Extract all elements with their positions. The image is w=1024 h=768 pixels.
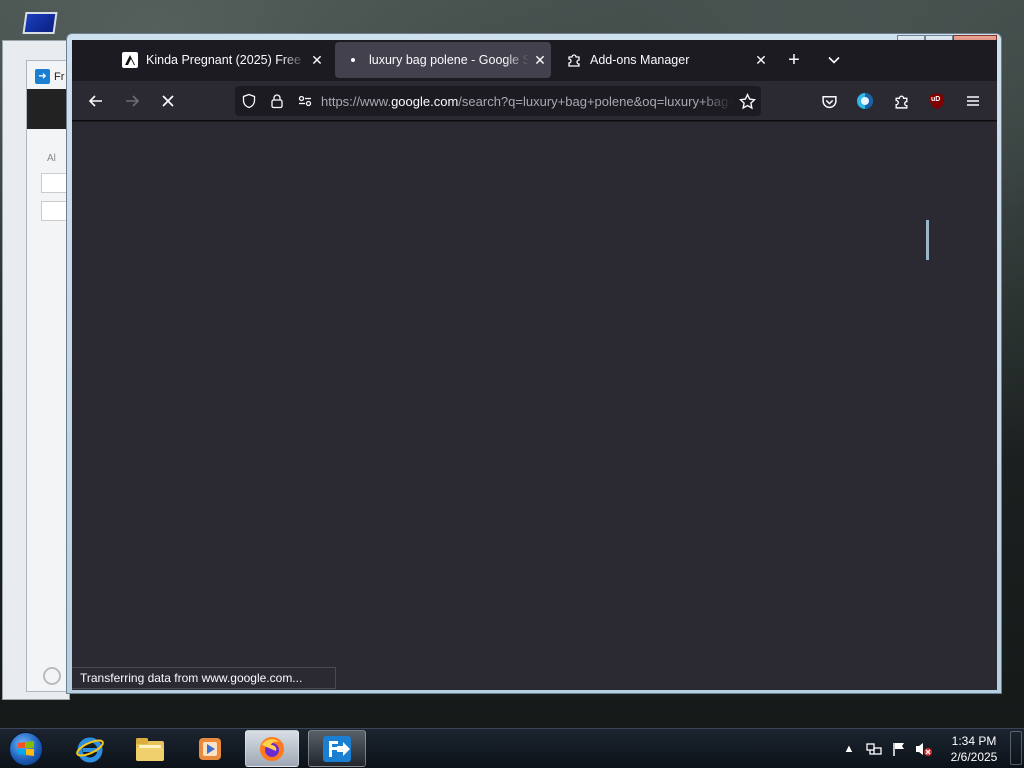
forward-button[interactable] (117, 87, 147, 115)
url-text[interactable]: https://www.google.com/search?q=luxury+b… (319, 94, 733, 109)
file-explorer-taskbar-button[interactable] (122, 730, 178, 767)
start-button[interactable] (6, 731, 46, 767)
pocket-icon (821, 95, 837, 108)
new-tab-button[interactable]: + (782, 48, 806, 72)
pocket-button[interactable] (814, 87, 844, 115)
puzzle-icon (894, 95, 908, 109)
media-player-taskbar-button[interactable] (182, 730, 238, 767)
show-hidden-icons-chevron-icon[interactable]: ▲ (840, 740, 858, 758)
system-tray: ▲ (840, 729, 933, 768)
tab-kinda-pregnant[interactable]: Kinda Pregnant (2025) Free Do ✕ (112, 42, 328, 78)
tab-addons-manager[interactable]: Add-ons Manager ✕ (556, 42, 772, 78)
status-bar: Transferring data from www.google.com... (72, 667, 336, 689)
lock-icon[interactable] (263, 86, 291, 116)
nav-toolbar: https://www.google.com/search?q=luxury+b… (72, 81, 997, 121)
taskbar: ▲ 1:34 PM 2/6/2025 (0, 728, 1024, 768)
chevron-down-icon (828, 56, 840, 64)
clock-time: 1:34 PM (951, 734, 997, 748)
background-window-title: ➜ Fr (35, 69, 64, 84)
background-window[interactable]: ➜ Fr Al (26, 60, 71, 692)
firefox-taskbar-button[interactable] (245, 730, 299, 767)
account-button[interactable] (850, 87, 880, 115)
url-path: /search?q=luxury+bag+polene&oq=luxury+ba… (458, 93, 733, 109)
extensions-button[interactable] (886, 87, 916, 115)
ftp-app-taskbar-button[interactable] (308, 730, 366, 767)
firefox-icon (260, 736, 284, 761)
tracking-shield-icon[interactable] (235, 86, 263, 116)
loading-dot-icon (345, 52, 361, 68)
media-player-icon (199, 737, 221, 760)
tab-google-search[interactable]: luxury bag polene - Google Sea ✕ (335, 42, 551, 78)
internet-explorer-icon (76, 737, 104, 762)
letterbox-logo-icon (122, 52, 138, 68)
url-domain: google.com (391, 93, 459, 109)
computer-desktop-icon[interactable] (18, 10, 60, 40)
permissions-icon[interactable] (291, 86, 319, 116)
firefox-account-icon (857, 93, 873, 109)
background-window-toolbar (27, 89, 71, 129)
tab-label: luxury bag polene - Google Sea (369, 53, 529, 67)
url-bar[interactable]: https://www.google.com/search?q=luxury+b… (235, 86, 761, 116)
tab-label: Add-ons Manager (590, 53, 690, 67)
action-center-flag-icon[interactable] (890, 740, 908, 758)
clock-date: 2/6/2025 (950, 750, 998, 764)
hamburger-menu-icon (967, 96, 979, 106)
background-window-field[interactable] (41, 201, 67, 221)
folder-icon (136, 737, 164, 761)
back-arrow-icon (88, 95, 102, 107)
swirl-icon (43, 667, 61, 685)
close-tab-icon[interactable]: ✕ (750, 52, 772, 69)
ublock-badge: uD (931, 96, 941, 103)
bookmark-star-icon[interactable] (733, 86, 761, 116)
background-window-field[interactable] (41, 173, 67, 193)
network-icon[interactable] (865, 740, 883, 758)
app-arrow-icon: ➜ (35, 69, 50, 84)
app-menu-button[interactable] (958, 87, 988, 115)
close-tab-icon[interactable]: ✕ (306, 52, 328, 69)
close-tab-icon[interactable]: ✕ (529, 52, 551, 69)
page-content[interactable] (72, 122, 997, 690)
volume-muted-icon[interactable] (915, 740, 933, 758)
puzzle-icon (566, 52, 582, 68)
background-window-label: Al (47, 153, 56, 164)
app-arrow-icon (323, 735, 351, 762)
tab-label: Kinda Pregnant (2025) Free Do (146, 53, 306, 67)
ublock-button[interactable]: uD (922, 87, 952, 115)
back-button[interactable] (81, 87, 111, 115)
tab-strip: Kinda Pregnant (2025) Free Do ✕ luxury b… (72, 40, 997, 81)
background-window-title-text: Fr (54, 70, 65, 83)
show-desktop-button[interactable] (1010, 731, 1022, 765)
list-all-tabs-button[interactable] (822, 48, 846, 72)
system-clock[interactable]: 1:34 PM 2/6/2025 (944, 733, 1004, 765)
url-prefix: https://www. (321, 93, 392, 109)
forward-arrow-icon (126, 95, 140, 107)
stop-button[interactable] (153, 87, 183, 115)
window-resize-highlight (926, 220, 929, 260)
windows-logo-icon (9, 732, 43, 766)
stop-x-icon (162, 95, 174, 107)
firefox-window: Kinda Pregnant (2025) Free Do ✕ luxury b… (72, 40, 997, 690)
internet-explorer-taskbar-button[interactable] (62, 730, 118, 767)
